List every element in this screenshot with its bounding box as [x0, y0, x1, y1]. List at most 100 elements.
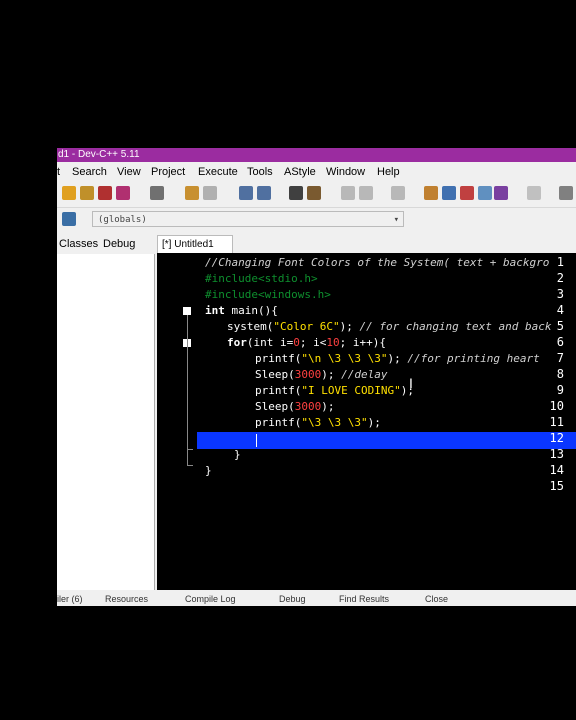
line-number: 10 [549, 399, 564, 413]
title-bar: d1 - Dev-C++ 5.11 [57, 148, 576, 162]
window-title: d1 - Dev-C++ 5.11 [58, 149, 140, 160]
call-end: ); [367, 416, 381, 429]
scope-toolbar: (globals) ▾ [57, 207, 576, 230]
inline-comment: //for printing heart [400, 352, 540, 365]
tab-debug-bottom[interactable]: Debug [279, 594, 306, 604]
menu-window[interactable]: Window [326, 166, 365, 178]
menu-file-partial[interactable]: t [57, 166, 60, 178]
string-literal: "\n \3 \3 \3" [301, 352, 388, 365]
tab-close[interactable]: Close [425, 594, 448, 604]
for-part: ; i++){ [339, 336, 386, 349]
chevron-down-icon[interactable]: ▾ [394, 212, 399, 228]
menu-astyle[interactable]: AStyle [284, 166, 316, 178]
tab-untitled1[interactable]: [*] Untitled1 [157, 235, 233, 254]
menu-project[interactable]: Project [151, 166, 185, 178]
fold-end-for [187, 449, 193, 450]
code-line-comment: //Changing Font Colors of the System( te… [205, 256, 550, 269]
run-icon[interactable] [442, 186, 456, 200]
save-icon[interactable] [62, 186, 76, 200]
code-editor[interactable]: 1 2 3 4 5 6 7 8 9 10 11 12 13 14 15 //Ch… [157, 253, 576, 590]
text-caret [256, 434, 257, 447]
code-line-include: #include<windows.h> [205, 288, 331, 301]
tab-classes[interactable]: Classes [59, 238, 98, 250]
mouse-pointer-icon: I [409, 375, 413, 391]
line-number: 12 [549, 431, 564, 445]
call-printf: printf( [255, 384, 302, 397]
fold-line [187, 315, 188, 465]
keyword-for: for [227, 336, 247, 349]
line-number: 11 [549, 415, 564, 429]
class-browser-icon[interactable] [559, 186, 573, 200]
call-printf: printf( [255, 352, 302, 365]
call-printf: printf( [255, 416, 302, 429]
call-end: ); [339, 320, 353, 333]
fold-marker-main[interactable] [183, 307, 191, 315]
call-end: ); [387, 352, 401, 365]
menu-search[interactable]: Search [72, 166, 107, 178]
string-literal: "\3 \3 \3" [301, 416, 368, 429]
code-line-brace: } [205, 464, 212, 477]
code-line-printf: printf("\n \3 \3 \3"); //for printing he… [255, 352, 540, 365]
replace-icon[interactable] [257, 186, 271, 200]
close-file-icon[interactable] [98, 186, 112, 200]
line-number: 8 [556, 367, 564, 381]
menu-execute[interactable]: Execute [198, 166, 238, 178]
call-end: ); [321, 400, 335, 413]
left-panel-tabs: Classes Debug [57, 236, 157, 254]
number-literal: 10 [326, 336, 340, 349]
toggle-comment-icon[interactable] [391, 186, 405, 200]
code-line-include: #include<stdio.h> [205, 272, 318, 285]
menu-tools[interactable]: Tools [247, 166, 273, 178]
unindent-icon[interactable] [359, 186, 373, 200]
redo-icon[interactable] [203, 186, 217, 200]
class-browser-panel [57, 254, 155, 590]
code-line-printf: printf("I LOVE CODING"); [255, 384, 414, 397]
scope-select[interactable]: (globals) ▾ [92, 211, 404, 227]
find-icon[interactable] [239, 186, 253, 200]
menu-help[interactable]: Help [377, 166, 400, 178]
new-project-icon[interactable] [62, 212, 76, 226]
stop-icon[interactable] [527, 186, 541, 200]
menu-bar: t Search View Project Execute Tools ASty… [57, 163, 576, 181]
line-number: 15 [549, 479, 564, 493]
save-all-icon[interactable] [80, 186, 94, 200]
main-signature: main(){ [224, 304, 278, 317]
call-system: system( [227, 320, 274, 333]
string-literal: "I LOVE CODING" [301, 384, 401, 397]
goto-icon[interactable] [289, 186, 303, 200]
bookmark-icon[interactable] [307, 186, 321, 200]
number-literal: 0 [293, 336, 300, 349]
keyword-int: int [205, 304, 225, 317]
tab-resources[interactable]: Resources [105, 594, 148, 604]
code-line-main: int main(){ [205, 304, 278, 317]
line-number: 7 [556, 351, 564, 365]
call-sleep: Sleep( [255, 368, 295, 381]
undo-icon[interactable] [185, 186, 199, 200]
tab-debug[interactable]: Debug [103, 238, 135, 250]
rebuild-icon[interactable] [478, 186, 492, 200]
main-toolbar [57, 182, 576, 204]
compile-icon[interactable] [424, 186, 438, 200]
line-number: 14 [549, 463, 564, 477]
indent-icon[interactable] [341, 186, 355, 200]
number-literal: 3000 [294, 368, 322, 381]
check-syntax-icon[interactable] [494, 186, 508, 200]
inline-comment: //delay [334, 368, 388, 381]
bottom-panel-tabs: iler (6) Resources Compile Log Debug Fin… [57, 592, 576, 606]
line-number: 1 [556, 255, 564, 269]
tab-find-results[interactable]: Find Results [339, 594, 389, 604]
line-number: 13 [549, 447, 564, 461]
compile-run-icon[interactable] [460, 186, 474, 200]
code-line-printf: printf("\3 \3 \3"); [255, 416, 381, 429]
tab-compile-log[interactable]: Compile Log [185, 594, 236, 604]
for-part: (int i= [246, 336, 294, 349]
close-all-icon[interactable] [116, 186, 130, 200]
dev-cpp-window: d1 - Dev-C++ 5.11 t Search View Project … [57, 148, 576, 606]
print-icon[interactable] [150, 186, 164, 200]
tab-compiler[interactable]: iler (6) [57, 594, 83, 604]
scope-select-value: (globals) [98, 215, 147, 225]
line-number: 4 [556, 303, 564, 317]
number-literal: 3000 [294, 400, 322, 413]
menu-view[interactable]: View [117, 166, 141, 178]
code-line-sleep: Sleep(3000); [255, 400, 335, 413]
